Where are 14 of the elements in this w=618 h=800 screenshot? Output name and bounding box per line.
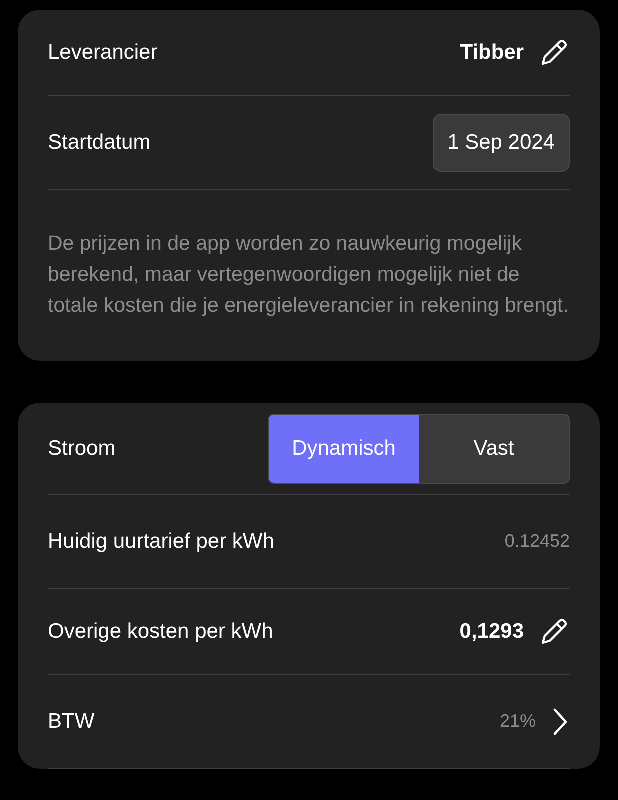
value-text: 0,1293 [460, 620, 524, 644]
row-label: BTW [48, 710, 95, 734]
row-label: Stroom [48, 436, 116, 460]
segment-tab[interactable]: Vast [419, 414, 569, 482]
segment-tab[interactable]: Dynamisch [269, 414, 419, 482]
row-label: Overige kosten per kWh [48, 620, 274, 644]
row-label: Startdatum [48, 130, 151, 154]
supplier-name: Tibber [460, 40, 524, 64]
value-text: 21% [500, 711, 536, 732]
row-label: Huidig uurtarief per kWh [48, 530, 274, 554]
disclaimer-text: De prijzen in de app worden zo nauwkeurig mogelijk berekend, maar vertegenwoordigen mogelijk niet de totale kosten die je energieleverancier in rekening brengt. [48, 231, 570, 319]
value-text: 0.12452 [504, 531, 570, 552]
row-label: Leverancier [48, 40, 158, 64]
date-button[interactable]: 1 Sep 2024 [432, 114, 570, 172]
